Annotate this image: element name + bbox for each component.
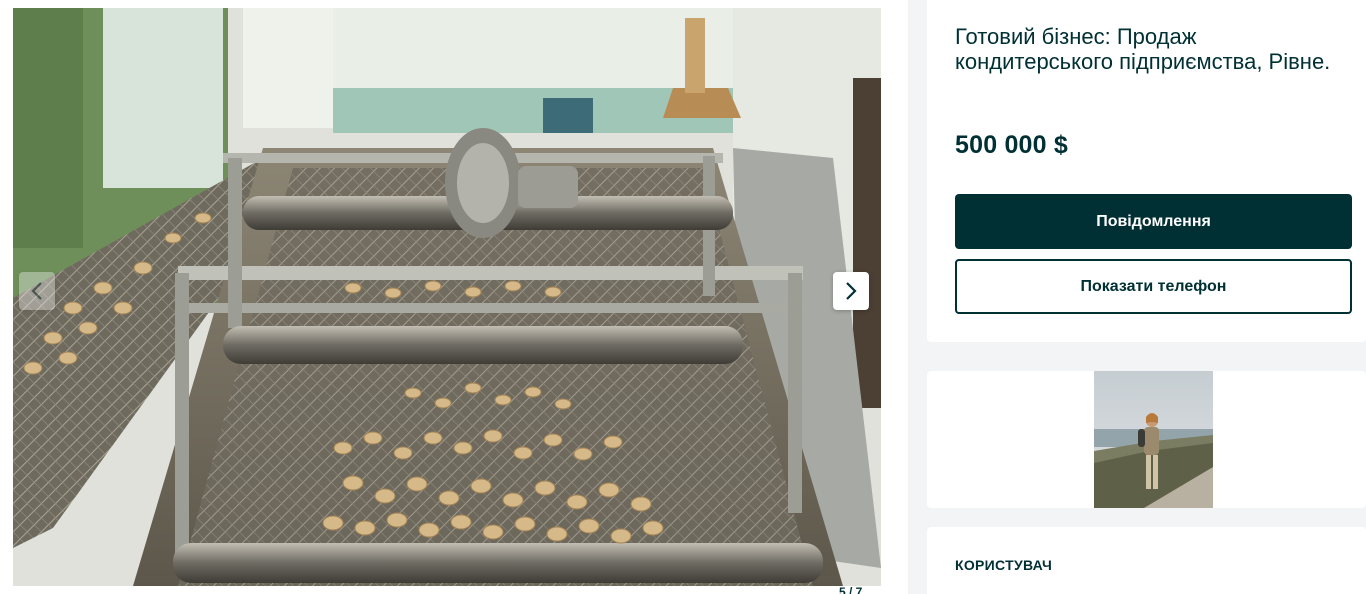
seller-avatar[interactable]	[1094, 371, 1213, 508]
listing-info-card: Готовий бізнес: Продаж кондитерського пі…	[927, 0, 1366, 342]
chevron-right-icon	[846, 282, 857, 300]
listing-title: Готовий бізнес: Продаж кондитерського пі…	[955, 24, 1331, 74]
photo-counter: 5 / 7	[834, 586, 868, 594]
seller-info-card: КОРИСТУВАЧ	[927, 527, 1366, 594]
image-gallery: 5 / 7	[0, 0, 908, 594]
listing-photo[interactable]	[13, 8, 881, 586]
user-section-label: КОРИСТУВАЧ	[955, 557, 1053, 573]
message-button[interactable]: Повідомлення	[955, 194, 1352, 249]
previous-photo-button[interactable]	[19, 272, 55, 310]
seller-avatar-image	[1094, 371, 1213, 508]
factory-conveyor-image	[13, 8, 881, 586]
listing-price: 500 000 $	[955, 131, 1069, 159]
listing-page: 5 / 7 Готовий бізнес: Продаж кондитерськ…	[0, 0, 1366, 594]
chevron-left-icon	[31, 282, 42, 300]
seller-photo-card	[927, 371, 1366, 508]
next-photo-button[interactable]	[833, 272, 869, 310]
show-phone-button[interactable]: Показати телефон	[955, 259, 1352, 314]
